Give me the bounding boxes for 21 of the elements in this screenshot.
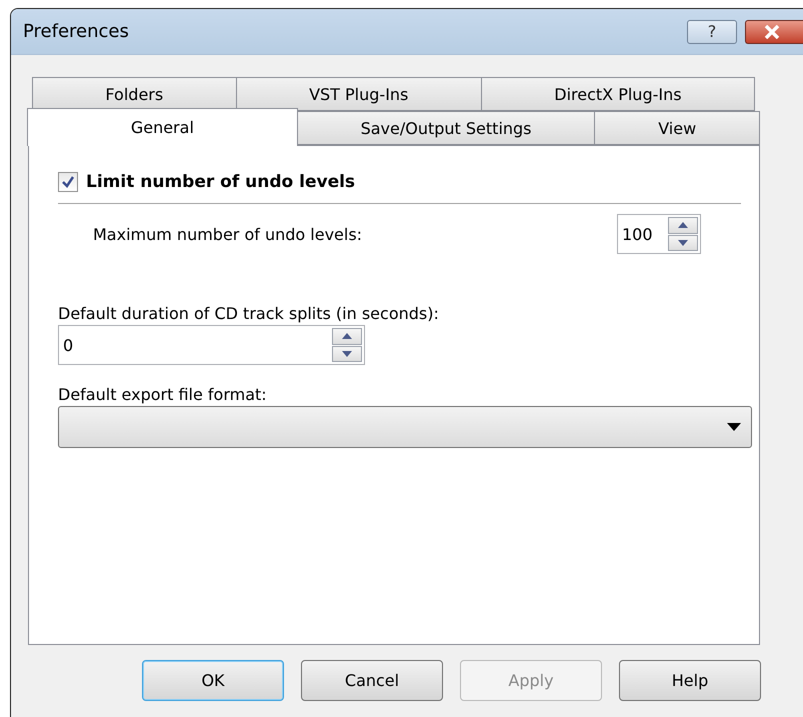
checkbox-label: Limit number of undo levels [86, 172, 356, 192]
dialog-button[interactable]: OK [142, 660, 284, 701]
dialog-button[interactable]: Help [619, 660, 761, 701]
format-dropdown[interactable] [58, 406, 752, 448]
tab[interactable]: Folders [32, 77, 237, 111]
checkbox[interactable] [58, 172, 78, 192]
dropdown-arrow-icon [727, 423, 741, 431]
help-button[interactable]: ? [687, 20, 737, 44]
close-icon [764, 24, 780, 38]
field-label: Default export file format: [58, 385, 268, 404]
check-icon [61, 175, 75, 189]
tab[interactable]: View [594, 111, 760, 145]
close-button[interactable] [745, 20, 803, 44]
tab[interactable]: Save/Output Settings [296, 111, 596, 145]
tab[interactable]: DirectX Plug-Ins [480, 77, 755, 111]
tab[interactable]: General [27, 108, 298, 146]
window-title: Preferences [23, 21, 130, 42]
field-label: Maximum number of undo levels: [93, 224, 362, 244]
dialog-button[interactable]: Cancel [301, 660, 443, 701]
tab[interactable]: VST Plug-Ins [236, 77, 482, 111]
field-label: Default duration of CD track splits (in seconds): [58, 304, 440, 323]
